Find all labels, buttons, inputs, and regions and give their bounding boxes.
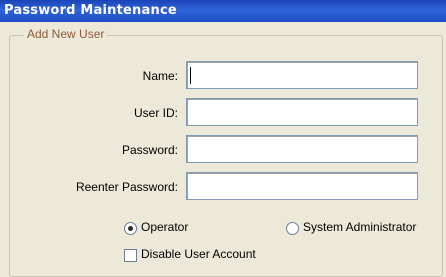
system-administrator-label[interactable]: System Administrator	[303, 220, 416, 234]
userid-label: User ID:	[133, 106, 178, 120]
name-field[interactable]	[186, 61, 418, 89]
operator-radio[interactable]	[124, 222, 137, 235]
reenter-password-field[interactable]	[186, 172, 418, 200]
radio-selected-dot	[128, 226, 133, 231]
title-bar[interactable]: Password Maintenance	[0, 0, 446, 22]
reenter-password-label: Reenter Password:	[75, 180, 178, 194]
password-label: Password:	[121, 143, 178, 157]
name-label: Name:	[142, 69, 178, 83]
groupbox-label: Add New User	[24, 27, 108, 41]
operator-label[interactable]: Operator	[141, 220, 188, 234]
window-title: Password Maintenance	[4, 3, 177, 18]
system-administrator-radio[interactable]	[286, 222, 299, 235]
text-caret	[190, 67, 191, 84]
password-field[interactable]	[186, 135, 418, 163]
disable-user-account-label[interactable]: Disable User Account	[141, 247, 256, 261]
disable-user-account-checkbox[interactable]	[124, 249, 137, 262]
userid-field[interactable]	[186, 98, 418, 126]
